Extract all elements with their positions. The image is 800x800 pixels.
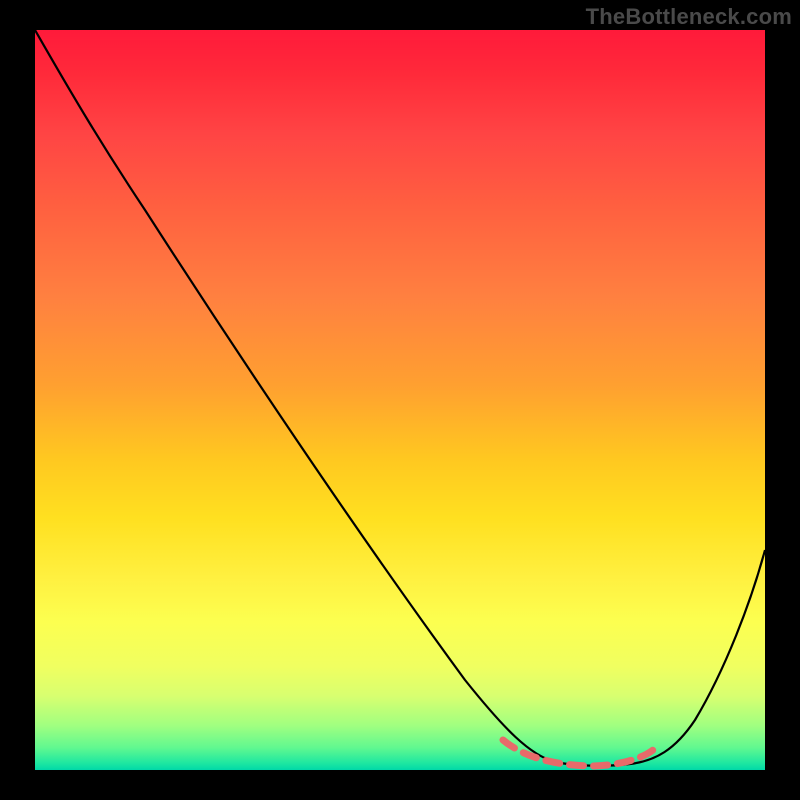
watermark-text: TheBottleneck.com xyxy=(586,4,792,30)
valley-highlight xyxy=(503,740,653,766)
bottleneck-curve xyxy=(35,30,765,770)
chart-canvas: TheBottleneck.com xyxy=(0,0,800,800)
plot-area xyxy=(35,30,765,770)
curve-path xyxy=(35,30,765,766)
